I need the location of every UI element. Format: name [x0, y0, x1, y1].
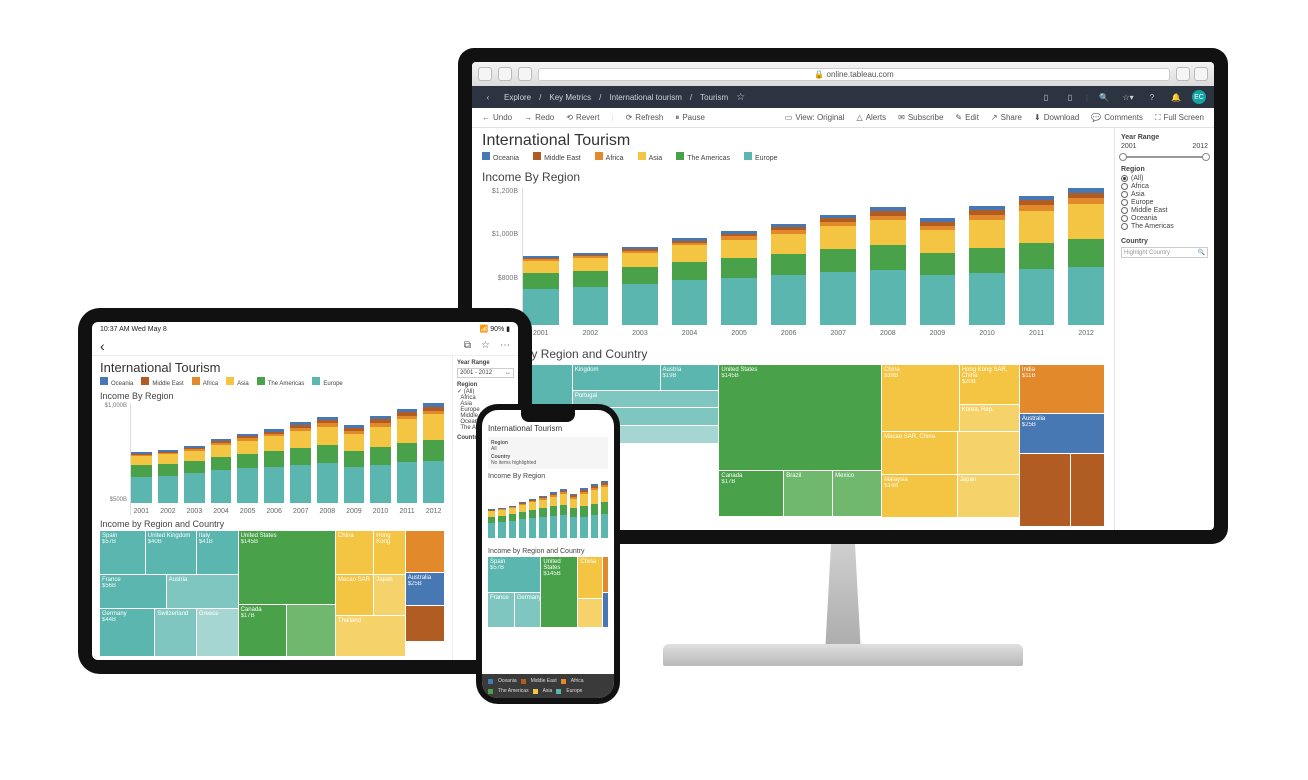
browser-back-button[interactable]: [478, 67, 492, 81]
undo-button[interactable]: ← Undo: [482, 113, 512, 122]
tableau-toolbar: ← Undo → Redo ⟲ Revert | ⟳ Refresh ⏸ Pau…: [472, 108, 1214, 128]
legend-tablet: Oceania Middle East Africa Asia The Amer…: [100, 377, 444, 387]
region-option[interactable]: Europe: [1121, 199, 1208, 206]
tablet: 10:37 AM Wed May 8 📶 90% ▮ ‹ ⧉ ☆ ⋯ Inter…: [78, 308, 532, 674]
subscribe-button[interactable]: ✉ Subscribe: [898, 113, 943, 122]
ipad-status-bar: 10:37 AM Wed May 8 📶 90% ▮: [92, 322, 518, 336]
treemap-tablet[interactable]: Spain$57BUnited Kingdom$40BItaly$41BFran…: [100, 531, 444, 656]
chart-title-tablet: Income By Region: [100, 391, 444, 401]
favorites-dropdown-icon[interactable]: ☆▾: [1120, 89, 1136, 105]
browser-address-bar[interactable]: 🔒 online.tableau.com: [538, 68, 1170, 81]
view-button[interactable]: ▭ View: Original: [785, 113, 845, 122]
region-option-all[interactable]: (All): [1121, 175, 1208, 182]
back-icon[interactable]: ‹: [480, 89, 496, 105]
monitor-stand: [783, 544, 903, 654]
phone-screen: International Tourism Region All Country…: [482, 410, 614, 698]
chart-title: Income By Region: [482, 170, 1104, 184]
search-icon: 🔍: [1198, 249, 1205, 256]
filter-card-phone[interactable]: Region All Country No items highlighted: [488, 437, 608, 469]
income-chart-tablet[interactable]: $1,000B$500B 200120022003200420052006200…: [100, 403, 444, 515]
device-icon[interactable]: ▯: [1062, 89, 1078, 105]
refresh-button[interactable]: ⟳ Refresh: [626, 113, 664, 122]
treemap-title: Income by Region and Country: [482, 347, 1104, 361]
favorite-star-icon[interactable]: ☆: [736, 92, 745, 103]
back-button[interactable]: ‹: [100, 338, 105, 354]
phone-notch: [521, 410, 575, 422]
year-range-slider[interactable]: [1123, 156, 1206, 158]
more-icon[interactable]: ⋯: [500, 340, 510, 351]
alerts-button[interactable]: △ Alerts: [857, 113, 887, 122]
income-chart-phone[interactable]: [482, 482, 614, 546]
browser-share-button[interactable]: [1176, 67, 1190, 81]
redo-button[interactable]: → Redo: [524, 113, 554, 122]
notifications-icon[interactable]: 🔔: [1168, 89, 1184, 105]
year-range-dropdown[interactable]: 2001 - 2012↔: [457, 368, 514, 378]
avatar[interactable]: EC: [1192, 90, 1206, 104]
tableau-header: ‹ Explore/ Key Metrics/ International to…: [472, 86, 1214, 108]
legend: Oceania Middle East Africa Asia The Amer…: [482, 152, 1104, 162]
breadcrumb[interactable]: Key Metrics: [549, 93, 591, 102]
share-button[interactable]: ↗ Share: [991, 113, 1022, 122]
year-label-tablet: Year Range: [457, 360, 514, 366]
browser-tabs-button[interactable]: [1194, 67, 1208, 81]
filters-icon[interactable]: ⧉: [464, 340, 471, 351]
breadcrumb[interactable]: Explore: [504, 93, 531, 102]
search-icon[interactable]: 🔍: [1096, 89, 1112, 105]
monitor-base: [663, 644, 1023, 666]
filter-panel: Year Range 20012012 Region (All) Africa …: [1114, 128, 1214, 530]
help-icon[interactable]: ?: [1144, 89, 1160, 105]
chart-title-phone: Income By Region: [482, 471, 614, 482]
treemap-title-tablet: Income by Region and Country: [100, 519, 444, 529]
favorite-star-icon[interactable]: ☆: [481, 340, 490, 351]
income-by-region-chart[interactable]: $1,200B$1,000B $800B$600B 20012002200320…: [482, 188, 1104, 339]
legend-phone: Oceania Middle East Africa The Americas …: [482, 674, 614, 698]
browser-chrome: 🔒 online.tableau.com: [472, 62, 1214, 86]
region-option[interactable]: The Americas: [1121, 223, 1208, 230]
region-option[interactable]: Middle East: [1121, 207, 1208, 214]
tablet-screen: 10:37 AM Wed May 8 📶 90% ▮ ‹ ⧉ ☆ ⋯ Inter…: [92, 322, 518, 660]
fullscreen-button[interactable]: ⛶ Full Screen: [1155, 113, 1204, 123]
region-filter-list: (All) Africa Asia Europe Middle East Oce…: [1121, 175, 1208, 230]
browser-forward-button[interactable]: [498, 67, 512, 81]
browser-sidebar-button[interactable]: [518, 67, 532, 81]
breadcrumb[interactable]: Tourism: [700, 93, 728, 102]
filter-icon[interactable]: ▯: [1038, 89, 1054, 105]
dashboard-title-tablet: International Tourism: [100, 360, 444, 375]
region-option[interactable]: Oceania: [1121, 215, 1208, 222]
phone: International Tourism Region All Country…: [476, 404, 620, 704]
download-button[interactable]: ⬇ Download: [1034, 113, 1079, 122]
treemap-title-phone: Income by Region and Country: [482, 546, 614, 557]
region-option[interactable]: Asia: [1121, 191, 1208, 198]
ipad-navbar: ‹ ⧉ ☆ ⋯: [92, 336, 518, 356]
comments-button[interactable]: 💬 Comments: [1091, 113, 1143, 122]
year-range-label: Year Range: [1121, 134, 1208, 141]
region-option[interactable]: ✓ (All): [457, 388, 514, 395]
edit-button[interactable]: ✎ Edit: [955, 113, 979, 122]
pause-button[interactable]: ⏸ Pause: [675, 113, 705, 123]
revert-button[interactable]: ⟲ Revert: [566, 113, 599, 122]
dashboard-title: International Tourism: [482, 132, 1104, 150]
country-filter-label: Country: [1121, 238, 1208, 245]
treemap-phone[interactable]: Spain$57BFranceGermanyUnited States$145B…: [488, 557, 608, 627]
region-option[interactable]: Africa: [1121, 183, 1208, 190]
country-highlight-input[interactable]: Highlight Country🔍: [1121, 247, 1208, 258]
region-filter-label: Region: [1121, 166, 1208, 173]
breadcrumb[interactable]: International tourism: [609, 93, 681, 102]
